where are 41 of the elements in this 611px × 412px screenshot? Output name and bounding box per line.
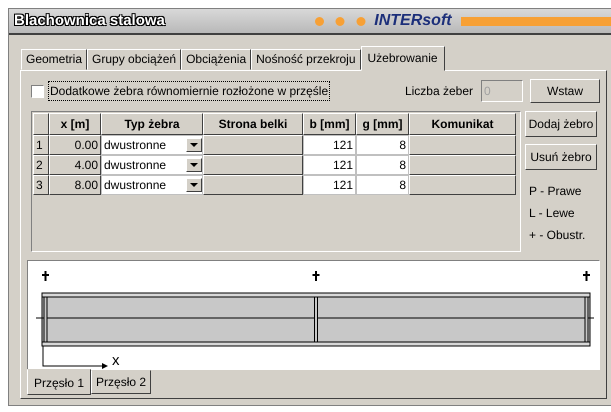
table-cell[interactable]: 8 — [356, 135, 409, 155]
tab[interactable]: Użebrowanie — [360, 46, 445, 71]
row-number: 1 — [33, 135, 49, 155]
column-header: x [m] — [49, 113, 101, 135]
insert-button[interactable]: Wstaw — [530, 79, 600, 103]
table-cell[interactable]: 121 — [303, 135, 356, 155]
add-button[interactable]: Dodaj żebro — [525, 111, 597, 137]
type-dropdown[interactable]: dwustronne — [102, 136, 202, 154]
span-tab[interactable]: Przęsło 2 — [91, 370, 152, 394]
legend-text: P - Prawe — [528, 183, 582, 200]
field-label: Liczba żeber — [404, 83, 473, 100]
legend-text: + - Obustr. — [528, 227, 586, 244]
tab[interactable]: Obciążenia — [181, 49, 252, 70]
column-header: Typ żebra — [101, 113, 203, 135]
tab[interactable]: Nośność przekroju — [251, 49, 360, 70]
tab[interactable]: Grupy obciążeń — [87, 49, 182, 70]
table-cell: 0.00 — [49, 135, 101, 155]
axis-label: x — [112, 352, 120, 369]
checkbox[interactable] — [31, 84, 44, 98]
legend-text: L - Lewe — [528, 205, 576, 222]
table-cell[interactable]: 8 — [356, 155, 409, 175]
column-header: Strona belki — [203, 113, 303, 135]
tab[interactable]: Geometria — [21, 49, 88, 70]
span-tab[interactable]: Przęsło 1 — [27, 369, 92, 395]
column-header: b [mm] — [303, 113, 356, 135]
table-cell: 4.00 — [49, 155, 101, 175]
column-header: g [mm] — [356, 113, 409, 135]
corner-cell — [33, 113, 49, 135]
checkbox-label[interactable]: Dodatkowe żebra równomiernie rozłożone w przęśle — [48, 81, 330, 101]
table-cell: 8.00 — [49, 175, 101, 195]
row-number: 2 — [33, 155, 49, 175]
window-title: Blachownica stalowa — [14, 10, 165, 31]
table-cell[interactable]: 121 — [303, 155, 356, 175]
brand-logo: INTERsoft — [374, 11, 452, 31]
column-header: Komunikat — [409, 113, 516, 135]
row-number: 3 — [33, 175, 49, 195]
remove-button[interactable]: Usuń żebro — [525, 144, 597, 170]
table-cell[interactable]: 121 — [303, 175, 356, 195]
type-dropdown[interactable]: dwustronne — [102, 156, 202, 174]
table-cell[interactable]: 8 — [356, 175, 409, 195]
type-dropdown[interactable]: dwustronne — [102, 176, 202, 194]
